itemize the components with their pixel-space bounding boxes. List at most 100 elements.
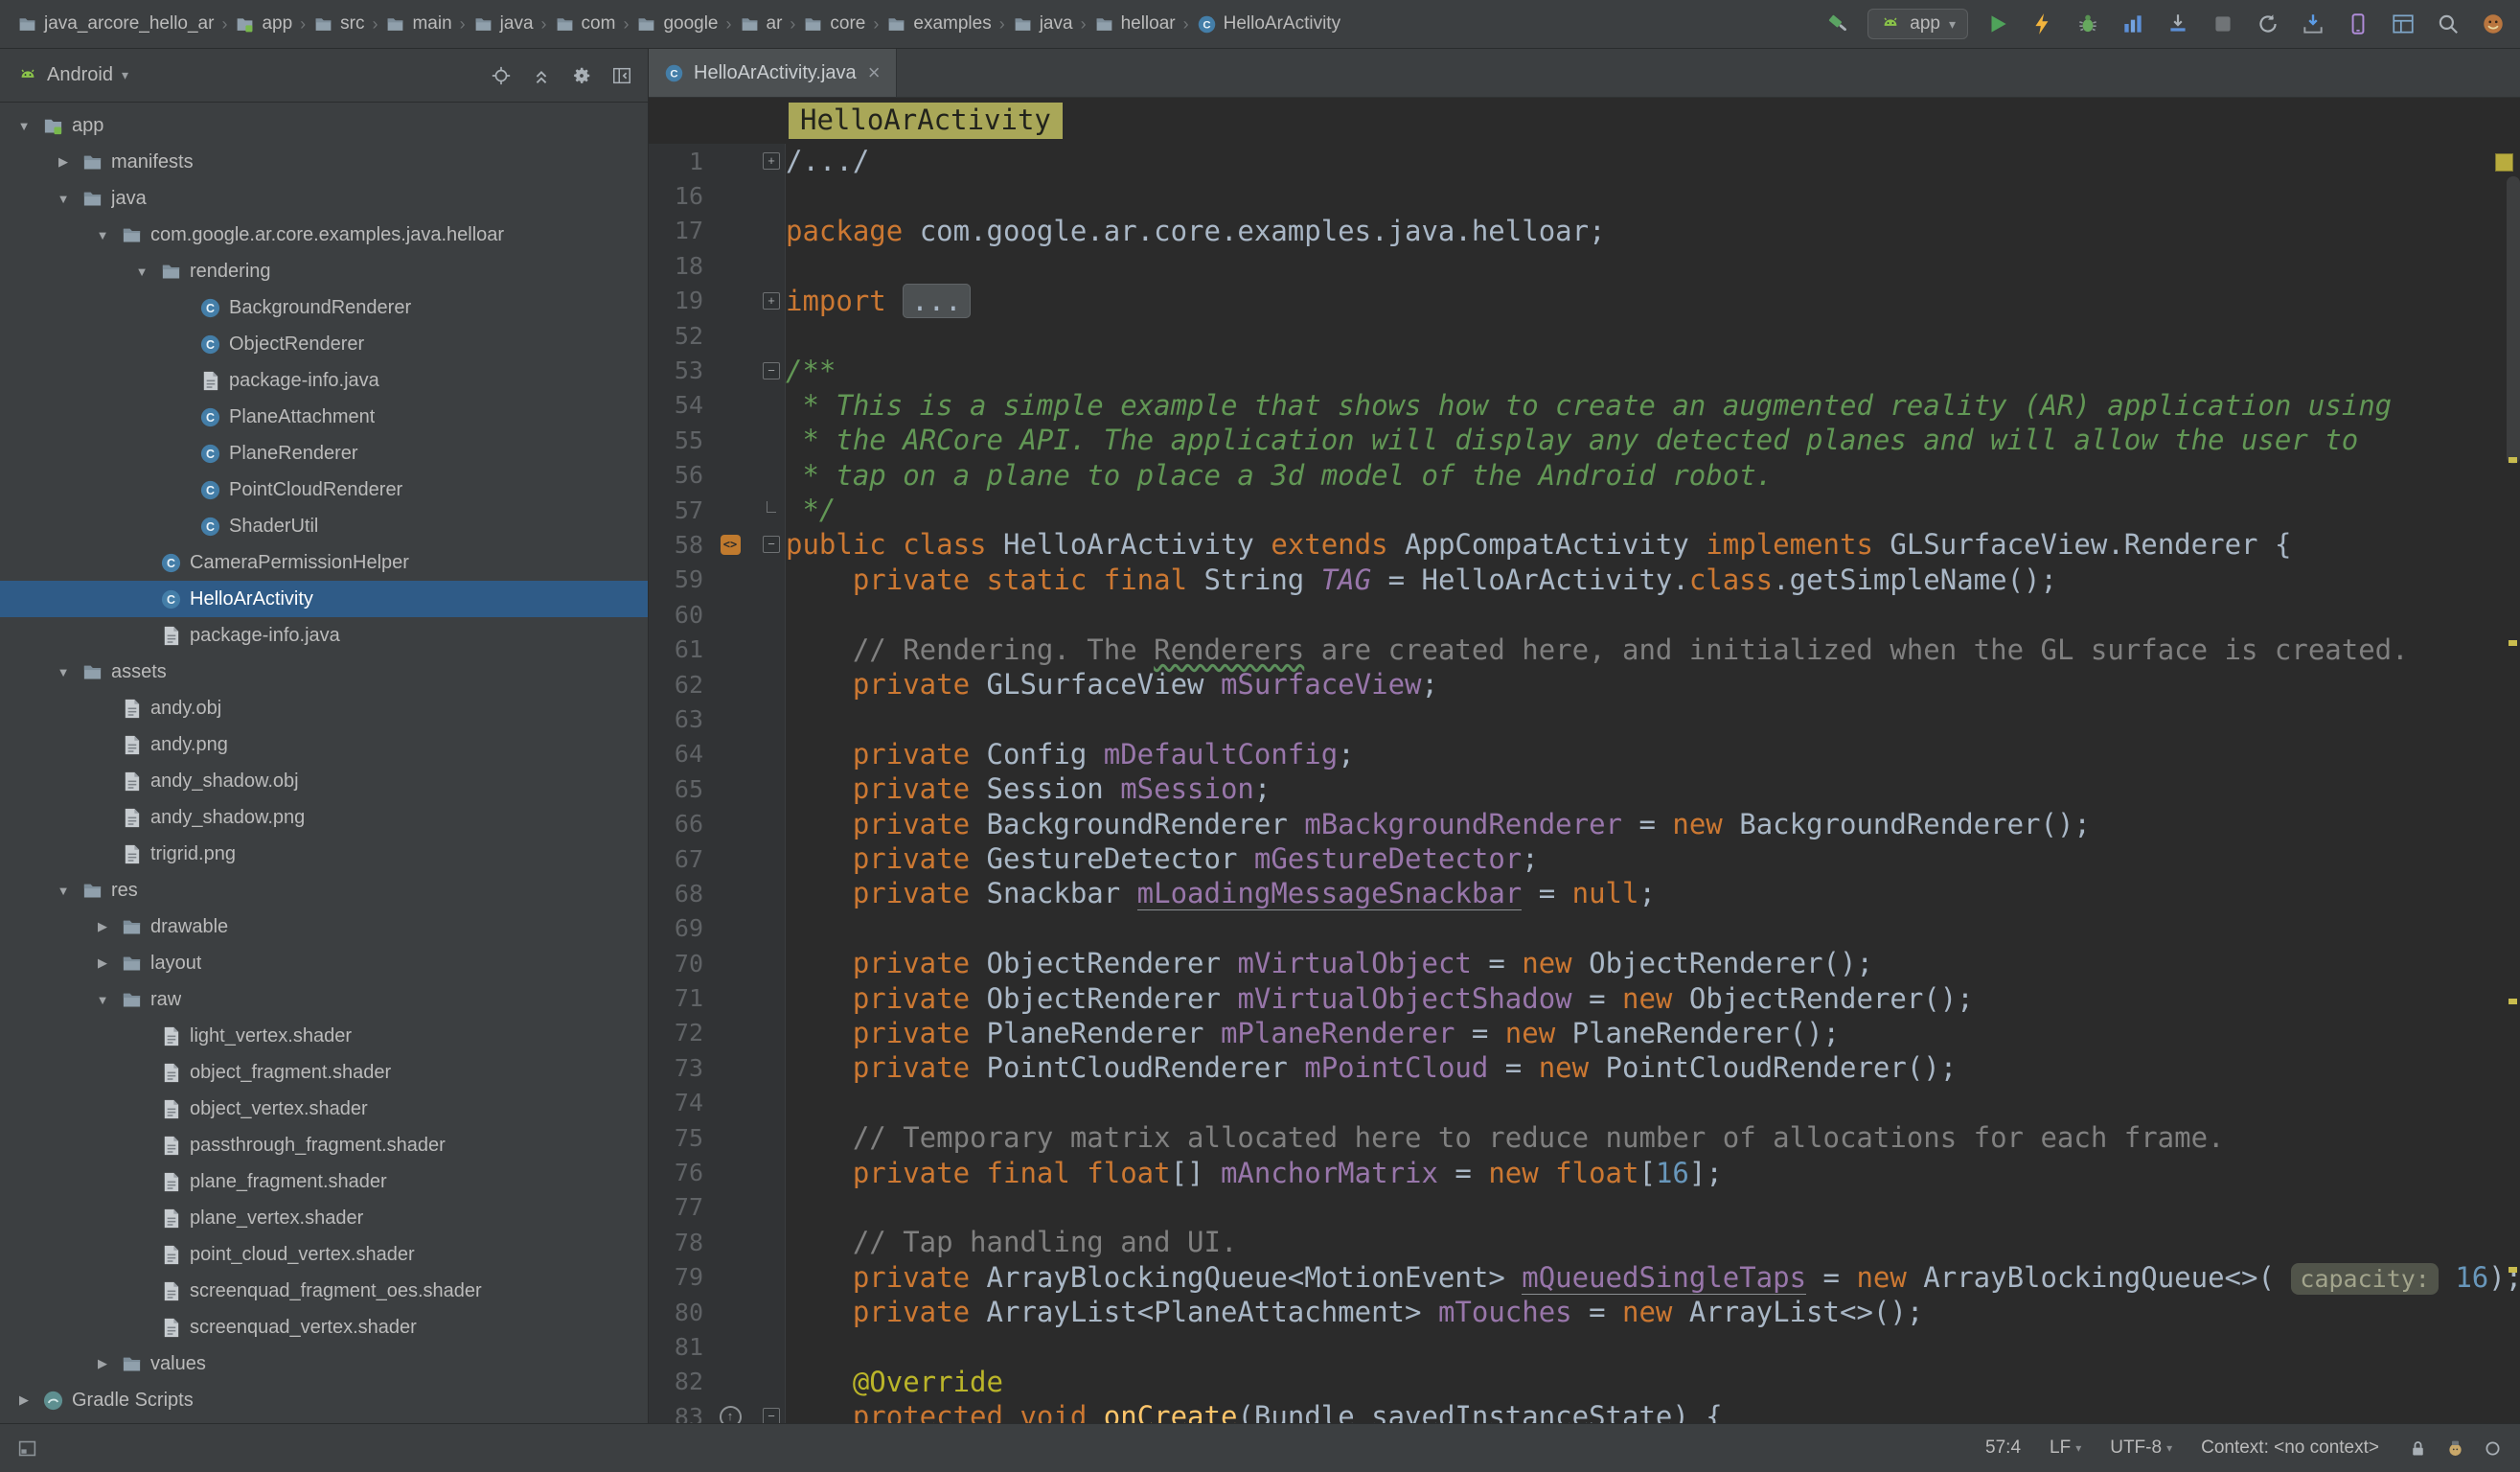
code-line[interactable]: 78 // Tap handling and UI. (649, 1225, 2520, 1259)
code-line[interactable]: 79 private ArrayBlockingQueue<MotionEven… (649, 1260, 2520, 1295)
code-line[interactable]: 73 private PointCloudRenderer mPointClou… (649, 1050, 2520, 1085)
context-widget[interactable]: Context: <no context> (2201, 1438, 2379, 1459)
code-line[interactable]: 65 private Session mSession; (649, 771, 2520, 806)
tree-expanded-arrow-icon[interactable]: ▼ (92, 993, 113, 1007)
tree-collapsed-arrow-icon[interactable]: ▶ (92, 955, 113, 971)
tree-item-res[interactable]: ▼res (0, 872, 648, 908)
code-line[interactable]: 16 (649, 178, 2520, 213)
tree-item-gradle-scripts[interactable]: ▶Gradle Scripts (0, 1382, 648, 1418)
run-play-button[interactable] (1982, 9, 2013, 39)
breadcrumb-item[interactable]: src (309, 11, 368, 37)
caret-position-widget[interactable]: 57:4 (1985, 1438, 2021, 1459)
tree-item-light-vertex-shader[interactable]: light_vertex.shader (0, 1018, 648, 1054)
run-config-combo[interactable]: app▾ (1867, 9, 1968, 39)
editor-tab[interactable]: C HelloArActivity.java × (649, 49, 897, 97)
code-line[interactable]: 64 private Config mDefaultConfig; (649, 737, 2520, 771)
code-line[interactable]: 76 private final float[] mAnchorMatrix =… (649, 1155, 2520, 1189)
tree-item-screenquad-fragment-oes-shader[interactable]: screenquad_fragment_oes.shader (0, 1273, 648, 1309)
fold-minus-icon[interactable]: − (757, 362, 786, 380)
search-button[interactable] (2433, 9, 2463, 39)
tree-item-point-cloud-vertex-shader[interactable]: point_cloud_vertex.shader (0, 1236, 648, 1273)
tree-item-raw[interactable]: ▼raw (0, 981, 648, 1018)
breadcrumb-item[interactable]: java_arcore_hello_ar (13, 11, 218, 37)
tree-item-object-vertex-shader[interactable]: object_vertex.shader (0, 1091, 648, 1127)
status-circle-icon[interactable] (2483, 1438, 2503, 1459)
assistant-button[interactable] (2478, 9, 2509, 39)
code-line[interactable]: 52 (649, 318, 2520, 353)
encoding-selector[interactable]: UTF-8 ▾ (2110, 1438, 2172, 1459)
code-line[interactable]: 62 private GLSurfaceView mSurfaceView; (649, 667, 2520, 702)
tool-window-toggle-icon[interactable] (17, 1438, 37, 1459)
breadcrumb-item[interactable]: java (1009, 11, 1077, 37)
code-line[interactable]: 71 private ObjectRenderer mVirtualObject… (649, 980, 2520, 1015)
fold-plus-icon[interactable]: + (757, 292, 786, 310)
tree-item-layout[interactable]: ▶layout (0, 945, 648, 981)
scroll-from-source-button[interactable] (489, 63, 514, 88)
breadcrumb-item[interactable]: helloar (1090, 11, 1180, 37)
code-line[interactable]: 83↑− protected void onCreate(Bundle save… (649, 1399, 2520, 1423)
window-layout-button[interactable] (2388, 9, 2418, 39)
tree-item-camerapermissionhelper[interactable]: CCameraPermissionHelper (0, 544, 648, 581)
tree-item-andy-png[interactable]: andy.png (0, 726, 648, 763)
tree-item-passthrough-fragment-shader[interactable]: passthrough_fragment.shader (0, 1127, 648, 1163)
breadcrumb-item[interactable]: java (470, 11, 538, 37)
tree-expanded-arrow-icon[interactable]: ▼ (131, 264, 152, 279)
tree-item-java[interactable]: ▼java (0, 180, 648, 217)
breadcrumb-item[interactable]: google (632, 11, 722, 37)
code-line[interactable]: 72 private PlaneRenderer mPlaneRenderer … (649, 1016, 2520, 1050)
tree-item-package-info-java[interactable]: package-info.java (0, 617, 648, 654)
tree-item-andy-shadow-png[interactable]: andy_shadow.png (0, 799, 648, 836)
code-line[interactable]: 57 */ (649, 493, 2520, 527)
tree-item-andy-obj[interactable]: andy.obj (0, 690, 648, 726)
override-gutter-icon[interactable]: ↑ (703, 1406, 757, 1423)
code-line[interactable]: 56 * tap on a plane to place a 3d model … (649, 458, 2520, 493)
tree-expanded-arrow-icon[interactable]: ▼ (92, 228, 113, 242)
build-hammer-button[interactable] (1822, 9, 1853, 39)
code-line[interactable]: 66 private BackgroundRenderer mBackgroun… (649, 806, 2520, 840)
tree-item-helloaractivity[interactable]: CHelloArActivity (0, 581, 648, 617)
warning-stripe-mark[interactable] (2509, 457, 2517, 463)
code-line[interactable]: 55 * the ARCore API. The application wil… (649, 423, 2520, 457)
profiler-button[interactable] (2118, 9, 2148, 39)
code-line[interactable]: 53−/** (649, 353, 2520, 387)
sdk-manager-button[interactable] (2298, 9, 2328, 39)
tree-collapsed-arrow-icon[interactable]: ▶ (53, 154, 74, 170)
code-line[interactable]: 61 // Rendering. The Renderers are creat… (649, 632, 2520, 666)
code-line[interactable]: 70 private ObjectRenderer mVirtualObject… (649, 946, 2520, 980)
fold-plus-icon[interactable]: + (757, 152, 786, 170)
tree-item-assets[interactable]: ▼assets (0, 654, 648, 690)
debug-button[interactable] (2073, 9, 2103, 39)
code-line[interactable]: 19+import ... (649, 284, 2520, 318)
tree-item-object-fragment-shader[interactable]: object_fragment.shader (0, 1054, 648, 1091)
warning-stripe-mark[interactable] (2509, 999, 2517, 1004)
breadcrumb-item[interactable]: main (381, 11, 455, 37)
tree-item-objectrenderer[interactable]: CObjectRenderer (0, 326, 648, 362)
warning-stripe-mark[interactable] (2509, 640, 2517, 646)
tree-item-shaderutil[interactable]: CShaderUtil (0, 508, 648, 544)
code-line[interactable]: 80 private ArrayList<PlaneAttachment> mT… (649, 1295, 2520, 1329)
tree-item-com-google-ar-core-examples-java-helloar[interactable]: ▼com.google.ar.core.examples.java.helloa… (0, 217, 648, 253)
tree-item-plane-fragment-shader[interactable]: plane_fragment.shader (0, 1163, 648, 1200)
breadcrumb-item[interactable]: examples (882, 11, 995, 37)
hide-panel-button[interactable] (609, 63, 634, 88)
warning-stripe-mark[interactable] (2509, 1267, 2517, 1273)
fold-minus-icon[interactable]: − (757, 1408, 786, 1423)
close-icon[interactable]: × (868, 62, 881, 83)
code-line[interactable]: 67 private GestureDetector mGestureDetec… (649, 841, 2520, 876)
breadcrumb-item[interactable]: app (231, 11, 296, 37)
code-line[interactable]: 69 (649, 911, 2520, 946)
stop-button[interactable] (2208, 9, 2238, 39)
code-line[interactable]: 75 // Temporary matrix allocated here to… (649, 1120, 2520, 1155)
tree-item-andy-shadow-obj[interactable]: andy_shadow.obj (0, 763, 648, 799)
code-line[interactable]: 82 @Override (649, 1365, 2520, 1399)
tree-item-screenquad-vertex-shader[interactable]: screenquad_vertex.shader (0, 1309, 648, 1346)
code-line[interactable]: 60 (649, 597, 2520, 632)
code-line[interactable]: 68 private Snackbar mLoadingMessageSnack… (649, 876, 2520, 910)
tree-expanded-arrow-icon[interactable]: ▼ (13, 119, 34, 133)
editor-scrollbar[interactable] (2507, 176, 2520, 464)
related-gutter-icon[interactable]: <> (703, 535, 757, 555)
code-line[interactable]: 74 (649, 1086, 2520, 1120)
tree-item-manifests[interactable]: ▶manifests (0, 144, 648, 180)
instant-run-button[interactable] (2027, 9, 2058, 39)
tree-item-drawable[interactable]: ▶drawable (0, 908, 648, 945)
